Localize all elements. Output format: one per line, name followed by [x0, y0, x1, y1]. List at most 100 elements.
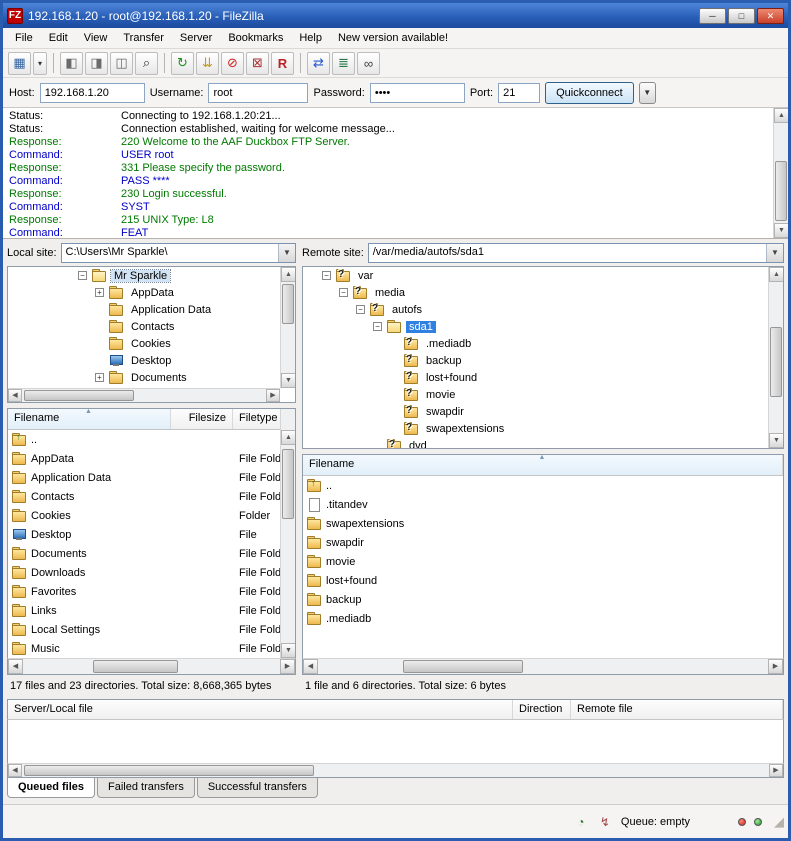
tree-expander-icon[interactable]: + — [95, 288, 104, 297]
log-scrollbar[interactable]: ▲ ▼ — [773, 108, 788, 238]
tree-expander-icon[interactable]: − — [373, 322, 382, 331]
file-row-appdata[interactable]: AppDataFile Folder — [8, 449, 295, 468]
menu-file[interactable]: File — [7, 30, 41, 46]
tree-item-lost-found[interactable]: ?lost+found — [303, 369, 768, 386]
scroll-right-icon[interactable]: ▶ — [266, 389, 280, 402]
scroll-thumb[interactable] — [282, 284, 294, 324]
menu-server[interactable]: Server — [172, 30, 220, 46]
find-files-icon[interactable]: ∞ — [357, 52, 380, 75]
tree-item-autofs[interactable]: −?autofs — [303, 301, 768, 318]
scroll-up-icon[interactable]: ▲ — [281, 267, 296, 282]
tree-item-appdata[interactable]: +AppData — [8, 284, 280, 301]
tree-item-documents[interactable]: +Documents — [8, 369, 280, 386]
username-input[interactable] — [208, 83, 308, 103]
synchronized-browsing-icon[interactable]: ≣ — [332, 52, 355, 75]
file-row-item[interactable]: ↑.. — [303, 476, 783, 495]
directory-comparison-icon[interactable]: ⇄ — [307, 52, 330, 75]
menu-new-version-available[interactable]: New version available! — [330, 30, 456, 46]
file-row-swapdir[interactable]: swapdir — [303, 533, 783, 552]
local-site-combobox[interactable]: C:\Users\Mr Sparkle\ ▼ — [61, 243, 296, 263]
column-header-filename[interactable]: ▲Filename — [303, 455, 783, 475]
scroll-left-icon[interactable]: ◀ — [8, 764, 22, 777]
scroll-thumb[interactable] — [770, 327, 782, 397]
file-row-favorites[interactable]: FavoritesFile Folder — [8, 582, 295, 601]
scroll-thumb[interactable] — [282, 449, 294, 519]
tree-expander-icon[interactable]: − — [78, 271, 87, 280]
tree-item-mr-sparkle[interactable]: −Mr Sparkle — [8, 267, 280, 284]
speed-limit-icon[interactable]: ◔ — [573, 814, 589, 830]
scroll-thumb[interactable] — [775, 161, 787, 221]
scroll-down-icon[interactable]: ▼ — [774, 223, 788, 238]
file-row-downloads[interactable]: DownloadsFile Folder — [8, 563, 295, 582]
tree-item-swapextensions[interactable]: ?swapextensions — [303, 420, 768, 437]
menu-help[interactable]: Help — [291, 30, 330, 46]
tab-successful-transfers[interactable]: Successful transfers — [197, 778, 318, 798]
quickconnect-dropdown-icon[interactable]: ▼ — [639, 82, 656, 104]
queue-body[interactable] — [7, 720, 784, 763]
tree-expander-icon[interactable]: − — [339, 288, 348, 297]
scroll-down-icon[interactable]: ▼ — [769, 433, 784, 448]
file-row-backup[interactable]: backup — [303, 590, 783, 609]
menu-view[interactable]: View — [76, 30, 116, 46]
close-button[interactable]: ✕ — [757, 8, 784, 24]
file-row-cookies[interactable]: CookiesFolder — [8, 506, 295, 525]
site-manager-dropdown-icon[interactable]: ▾ — [33, 52, 47, 75]
tree-item-cookies[interactable]: Cookies — [8, 335, 280, 352]
scroll-right-icon[interactable]: ▶ — [769, 764, 783, 777]
password-input[interactable] — [370, 83, 465, 103]
tree-item-backup[interactable]: ?backup — [303, 352, 768, 369]
remote-list-hscrollbar[interactable]: ◀ ▶ — [302, 658, 784, 675]
file-row-swapextensions[interactable]: swapextensions — [303, 514, 783, 533]
scroll-thumb[interactable] — [93, 660, 178, 673]
file-row-contacts[interactable]: ContactsFile Folder — [8, 487, 295, 506]
scroll-left-icon[interactable]: ◀ — [303, 659, 318, 674]
local-list-vscrollbar[interactable]: ▲ ▼ — [280, 409, 295, 658]
scroll-left-icon[interactable]: ◀ — [8, 659, 23, 674]
scroll-up-icon[interactable]: ▲ — [281, 430, 296, 445]
column-header-remote-file[interactable]: Remote file — [571, 700, 783, 719]
tree-expander-icon[interactable]: − — [356, 305, 365, 314]
scroll-down-icon[interactable]: ▼ — [281, 373, 296, 388]
file-row-desktop[interactable]: DesktopFile — [8, 525, 295, 544]
scroll-up-icon[interactable]: ▲ — [774, 108, 788, 123]
remote-site-combobox[interactable]: /var/media/autofs/sda1 ▼ — [368, 243, 784, 263]
scroll-thumb[interactable] — [24, 390, 134, 401]
reconnect-icon[interactable]: R — [271, 52, 294, 75]
toggle-log-icon[interactable]: ◧ — [60, 52, 83, 75]
title-bar[interactable]: FZ 192.168.1.20 - root@192.168.1.20 - Fi… — [3, 3, 788, 28]
scroll-thumb[interactable] — [24, 765, 314, 776]
tree-expander-icon[interactable]: − — [322, 271, 331, 280]
scroll-right-icon[interactable]: ▶ — [768, 659, 783, 674]
menu-transfer[interactable]: Transfer — [115, 30, 172, 46]
tree-item-swapdir[interactable]: ?swapdir — [303, 403, 768, 420]
host-input[interactable] — [40, 83, 145, 103]
local-tree-vscrollbar[interactable]: ▲ ▼ — [280, 267, 295, 388]
tab-failed-transfers[interactable]: Failed transfers — [97, 778, 195, 798]
remote-tree-vscrollbar[interactable]: ▲ ▼ — [768, 267, 783, 448]
file-row-lost-found[interactable]: lost+found — [303, 571, 783, 590]
column-header-direction[interactable]: Direction — [513, 700, 571, 719]
scroll-down-icon[interactable]: ▼ — [281, 643, 296, 658]
file-row-movie[interactable]: movie — [303, 552, 783, 571]
column-header-server-local-file[interactable]: Server/Local file — [8, 700, 513, 719]
toggle-local-tree-icon[interactable]: ◨ — [85, 52, 108, 75]
column-header-filename[interactable]: ▲Filename — [8, 409, 171, 429]
tree-item-application-data[interactable]: Application Data — [8, 301, 280, 318]
refresh-icon[interactable]: ↻ — [171, 52, 194, 75]
port-input[interactable] — [498, 83, 540, 103]
file-row-titandev[interactable]: .titandev — [303, 495, 783, 514]
file-row-item[interactable]: ↑.. — [8, 430, 295, 449]
tree-item-contacts[interactable]: Contacts — [8, 318, 280, 335]
process-queue-icon[interactable]: ⇊ — [196, 52, 219, 75]
tree-item-desktop[interactable]: Desktop — [8, 352, 280, 369]
disconnect-icon[interactable]: ⊠ — [246, 52, 269, 75]
scroll-left-icon[interactable]: ◀ — [8, 389, 22, 402]
tree-item-dvd[interactable]: ?dvd — [303, 437, 768, 448]
site-manager-icon[interactable]: ▦ — [8, 52, 31, 75]
file-row-application-data[interactable]: Application DataFile Folder — [8, 468, 295, 487]
tree-item-sda1[interactable]: −sda1 — [303, 318, 768, 335]
tree-item-var[interactable]: −?var — [303, 267, 768, 284]
file-row-documents[interactable]: DocumentsFile Folder — [8, 544, 295, 563]
file-row-music[interactable]: MusicFile Folder — [8, 639, 295, 658]
maximize-button[interactable]: □ — [728, 8, 755, 24]
